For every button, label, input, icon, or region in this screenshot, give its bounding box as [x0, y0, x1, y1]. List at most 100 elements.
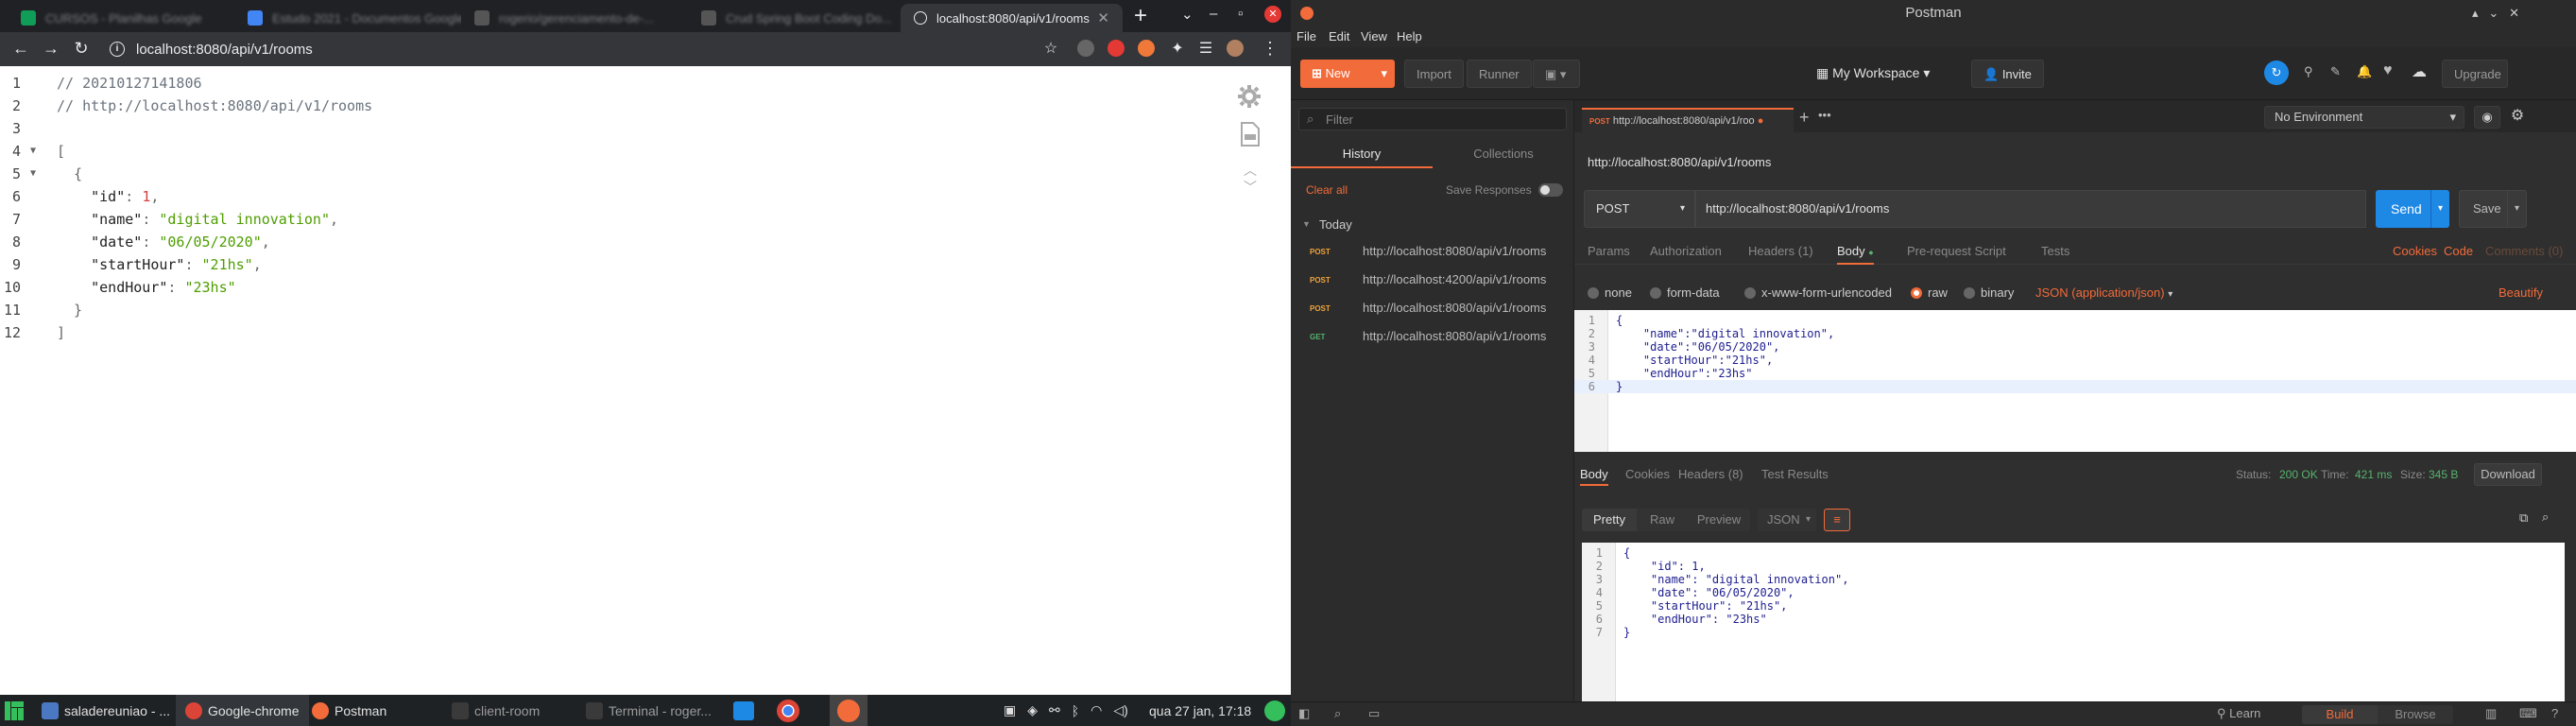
- browser-tab[interactable]: CURSOS - Planilhas Google: [8, 4, 234, 32]
- clock[interactable]: qua 27 jan, 17:18: [1149, 695, 1251, 726]
- wrap-lines-icon[interactable]: ≡: [1824, 509, 1850, 531]
- bluetooth-icon[interactable]: ᛒ: [1072, 703, 1079, 718]
- radio-form-data[interactable]: [1650, 287, 1661, 299]
- comments-link[interactable]: Comments (0): [2485, 244, 2563, 258]
- send-dropdown-icon[interactable]: ▾: [2430, 190, 2449, 228]
- clear-all-link[interactable]: Clear all: [1306, 183, 1348, 197]
- send-button[interactable]: Send ▾: [2376, 190, 2449, 228]
- new-button[interactable]: ⊞ New ▾: [1300, 60, 1395, 88]
- clipboard-icon[interactable]: ▣: [1004, 702, 1016, 718]
- shield-icon[interactable]: ◈: [1027, 702, 1038, 718]
- history-item[interactable]: POST http://localhost:4200/api/v1/rooms: [1291, 267, 1574, 293]
- tab-pre-request-script[interactable]: Pre-request Script: [1907, 244, 2006, 258]
- console-icon[interactable]: ▭: [1368, 706, 1380, 721]
- resp-tab-headers[interactable]: Headers (8): [1678, 467, 1743, 481]
- view-pretty[interactable]: Pretty: [1582, 509, 1637, 531]
- copy-icon[interactable]: ⧉: [2519, 510, 2528, 526]
- beautify-link[interactable]: Beautify: [2499, 285, 2543, 300]
- maximize-button[interactable]: ▫: [1238, 6, 1243, 22]
- fold-toggle-icon[interactable]: ▼: [30, 140, 36, 163]
- files-launcher-icon[interactable]: [733, 695, 754, 726]
- menu-view[interactable]: View: [1361, 29, 1387, 43]
- cookies-link[interactable]: Cookies: [2393, 244, 2437, 258]
- tab-body[interactable]: Body ●: [1837, 244, 1874, 265]
- taskbar-item[interactable]: Terminal - roger...: [586, 695, 712, 726]
- chrome-launcher-icon[interactable]: [777, 695, 799, 726]
- tab-collections[interactable]: Collections: [1433, 140, 1574, 168]
- bell-icon[interactable]: 🔔: [2357, 64, 2372, 79]
- help-icon[interactable]: ?: [2551, 706, 2558, 720]
- taskbar-item[interactable]: Postman: [312, 695, 386, 726]
- learn-link[interactable]: ⚲ Learn: [2217, 706, 2260, 721]
- menu-file[interactable]: File: [1297, 29, 1316, 43]
- close-window-button[interactable]: ✕: [1264, 6, 1281, 23]
- collapse-up-icon[interactable]: ︿: [1244, 161, 1257, 180]
- download-button[interactable]: Download: [2474, 463, 2542, 486]
- response-body-viewer[interactable]: 1{2 "id": 1, 3 "name": "digital innovatio…: [1582, 543, 2565, 701]
- menu-edit[interactable]: Edit: [1329, 29, 1349, 43]
- cloud-icon[interactable]: ☁: [2412, 62, 2427, 81]
- extensions-puzzle-icon[interactable]: ✦: [1166, 39, 1189, 58]
- info-icon[interactable]: i: [110, 42, 125, 57]
- more-tabs-icon[interactable]: •••: [1818, 108, 1831, 122]
- eye-icon[interactable]: ◉: [2474, 106, 2500, 129]
- manjaro-menu-icon[interactable]: [4, 695, 25, 726]
- import-button[interactable]: Import: [1404, 60, 1464, 88]
- minimize-button[interactable]: –: [1210, 6, 1217, 22]
- resp-tab-body[interactable]: Body: [1580, 467, 1608, 486]
- radio-raw[interactable]: [1911, 287, 1922, 299]
- update-icon[interactable]: [1264, 695, 1285, 726]
- browser-tab[interactable]: Crud Spring Boot Coding Do...: [688, 4, 901, 32]
- environment-select[interactable]: No Environment ▾: [2264, 106, 2464, 129]
- taskbar-item-active[interactable]: Google-chrome: [176, 695, 309, 726]
- method-select[interactable]: POST ▾: [1584, 190, 1695, 228]
- request-tab[interactable]: POST http://localhost:8080/api/v1/roo ●: [1582, 108, 1794, 132]
- new-tab-button[interactable]: +: [1134, 5, 1147, 27]
- resp-tab-cookies[interactable]: Cookies: [1625, 467, 1670, 481]
- chevron-down-icon[interactable]: ▼: [1302, 219, 1311, 229]
- search-icon[interactable]: ⌕: [2542, 510, 2549, 525]
- browser-tab[interactable]: Estudo 2021 - Documentos Google: [234, 4, 461, 32]
- history-extension-icon[interactable]: [1077, 40, 1094, 57]
- tab-history[interactable]: History: [1291, 140, 1433, 168]
- new-request-tab-button[interactable]: +: [1799, 108, 1810, 128]
- settings-wrench-icon[interactable]: ✎: [2330, 64, 2341, 79]
- bookmark-star-icon[interactable]: ☆: [1039, 39, 1062, 58]
- raw-document-icon[interactable]: [1240, 121, 1261, 147]
- heart-icon[interactable]: ♥: [2383, 62, 2393, 79]
- time-value[interactable]: 421 ms: [2355, 468, 2392, 481]
- radio-binary[interactable]: [1964, 287, 1975, 299]
- wifi-icon[interactable]: ◠: [1091, 702, 1102, 718]
- sidebar-toggle-icon[interactable]: ◧: [1298, 706, 1310, 721]
- url-input[interactable]: http://localhost:8080/api/v1/rooms: [1695, 190, 2366, 228]
- window-controls[interactable]: ▴ ⌄ ✕: [2472, 6, 2519, 21]
- save-dropdown-icon[interactable]: ▾: [2507, 191, 2526, 227]
- browser-tab[interactable]: rogerio/gerenciamento-de-...: [461, 4, 688, 32]
- runner-button[interactable]: Runner: [1467, 60, 1532, 88]
- expand-down-icon[interactable]: ﹀: [1244, 178, 1257, 197]
- tab-params[interactable]: Params: [1588, 244, 1630, 258]
- upgrade-button[interactable]: Upgrade ▾: [2442, 60, 2508, 110]
- two-pane-icon[interactable]: ▥: [2485, 706, 2497, 721]
- resp-tab-test-results[interactable]: Test Results: [1761, 467, 1829, 481]
- view-preview[interactable]: Preview: [1688, 509, 1750, 531]
- postman-extension-icon[interactable]: [1138, 40, 1155, 57]
- tab-headers[interactable]: Headers (1): [1748, 244, 1813, 258]
- volume-icon[interactable]: ◁): [1113, 702, 1127, 718]
- size-value[interactable]: 345 B: [2429, 468, 2458, 481]
- keyboard-shortcuts-icon[interactable]: ⌨: [2519, 706, 2537, 721]
- invite-button[interactable]: 👤 Invite: [1971, 60, 2044, 88]
- satellite-icon[interactable]: ⚲: [2304, 64, 2313, 79]
- history-item[interactable]: POST http://localhost:8080/api/v1/rooms: [1291, 238, 1574, 265]
- taskbar-item[interactable]: saladereuniao - ...: [42, 695, 170, 726]
- sync-icon[interactable]: ↻: [2264, 60, 2289, 85]
- tab-authorization[interactable]: Authorization: [1650, 244, 1722, 258]
- find-icon[interactable]: ⌕: [1334, 706, 1341, 721]
- gear-icon[interactable]: [1236, 83, 1262, 110]
- filter-input[interactable]: ⌕ Filter: [1298, 108, 1567, 130]
- radio-none[interactable]: [1588, 287, 1599, 299]
- browser-tab-active[interactable]: localhost:8080/api/v1/rooms ✕: [901, 4, 1123, 32]
- save-button[interactable]: Save ▾: [2459, 190, 2527, 228]
- menu-help[interactable]: Help: [1397, 29, 1422, 43]
- opera-extension-icon[interactable]: [1108, 40, 1125, 57]
